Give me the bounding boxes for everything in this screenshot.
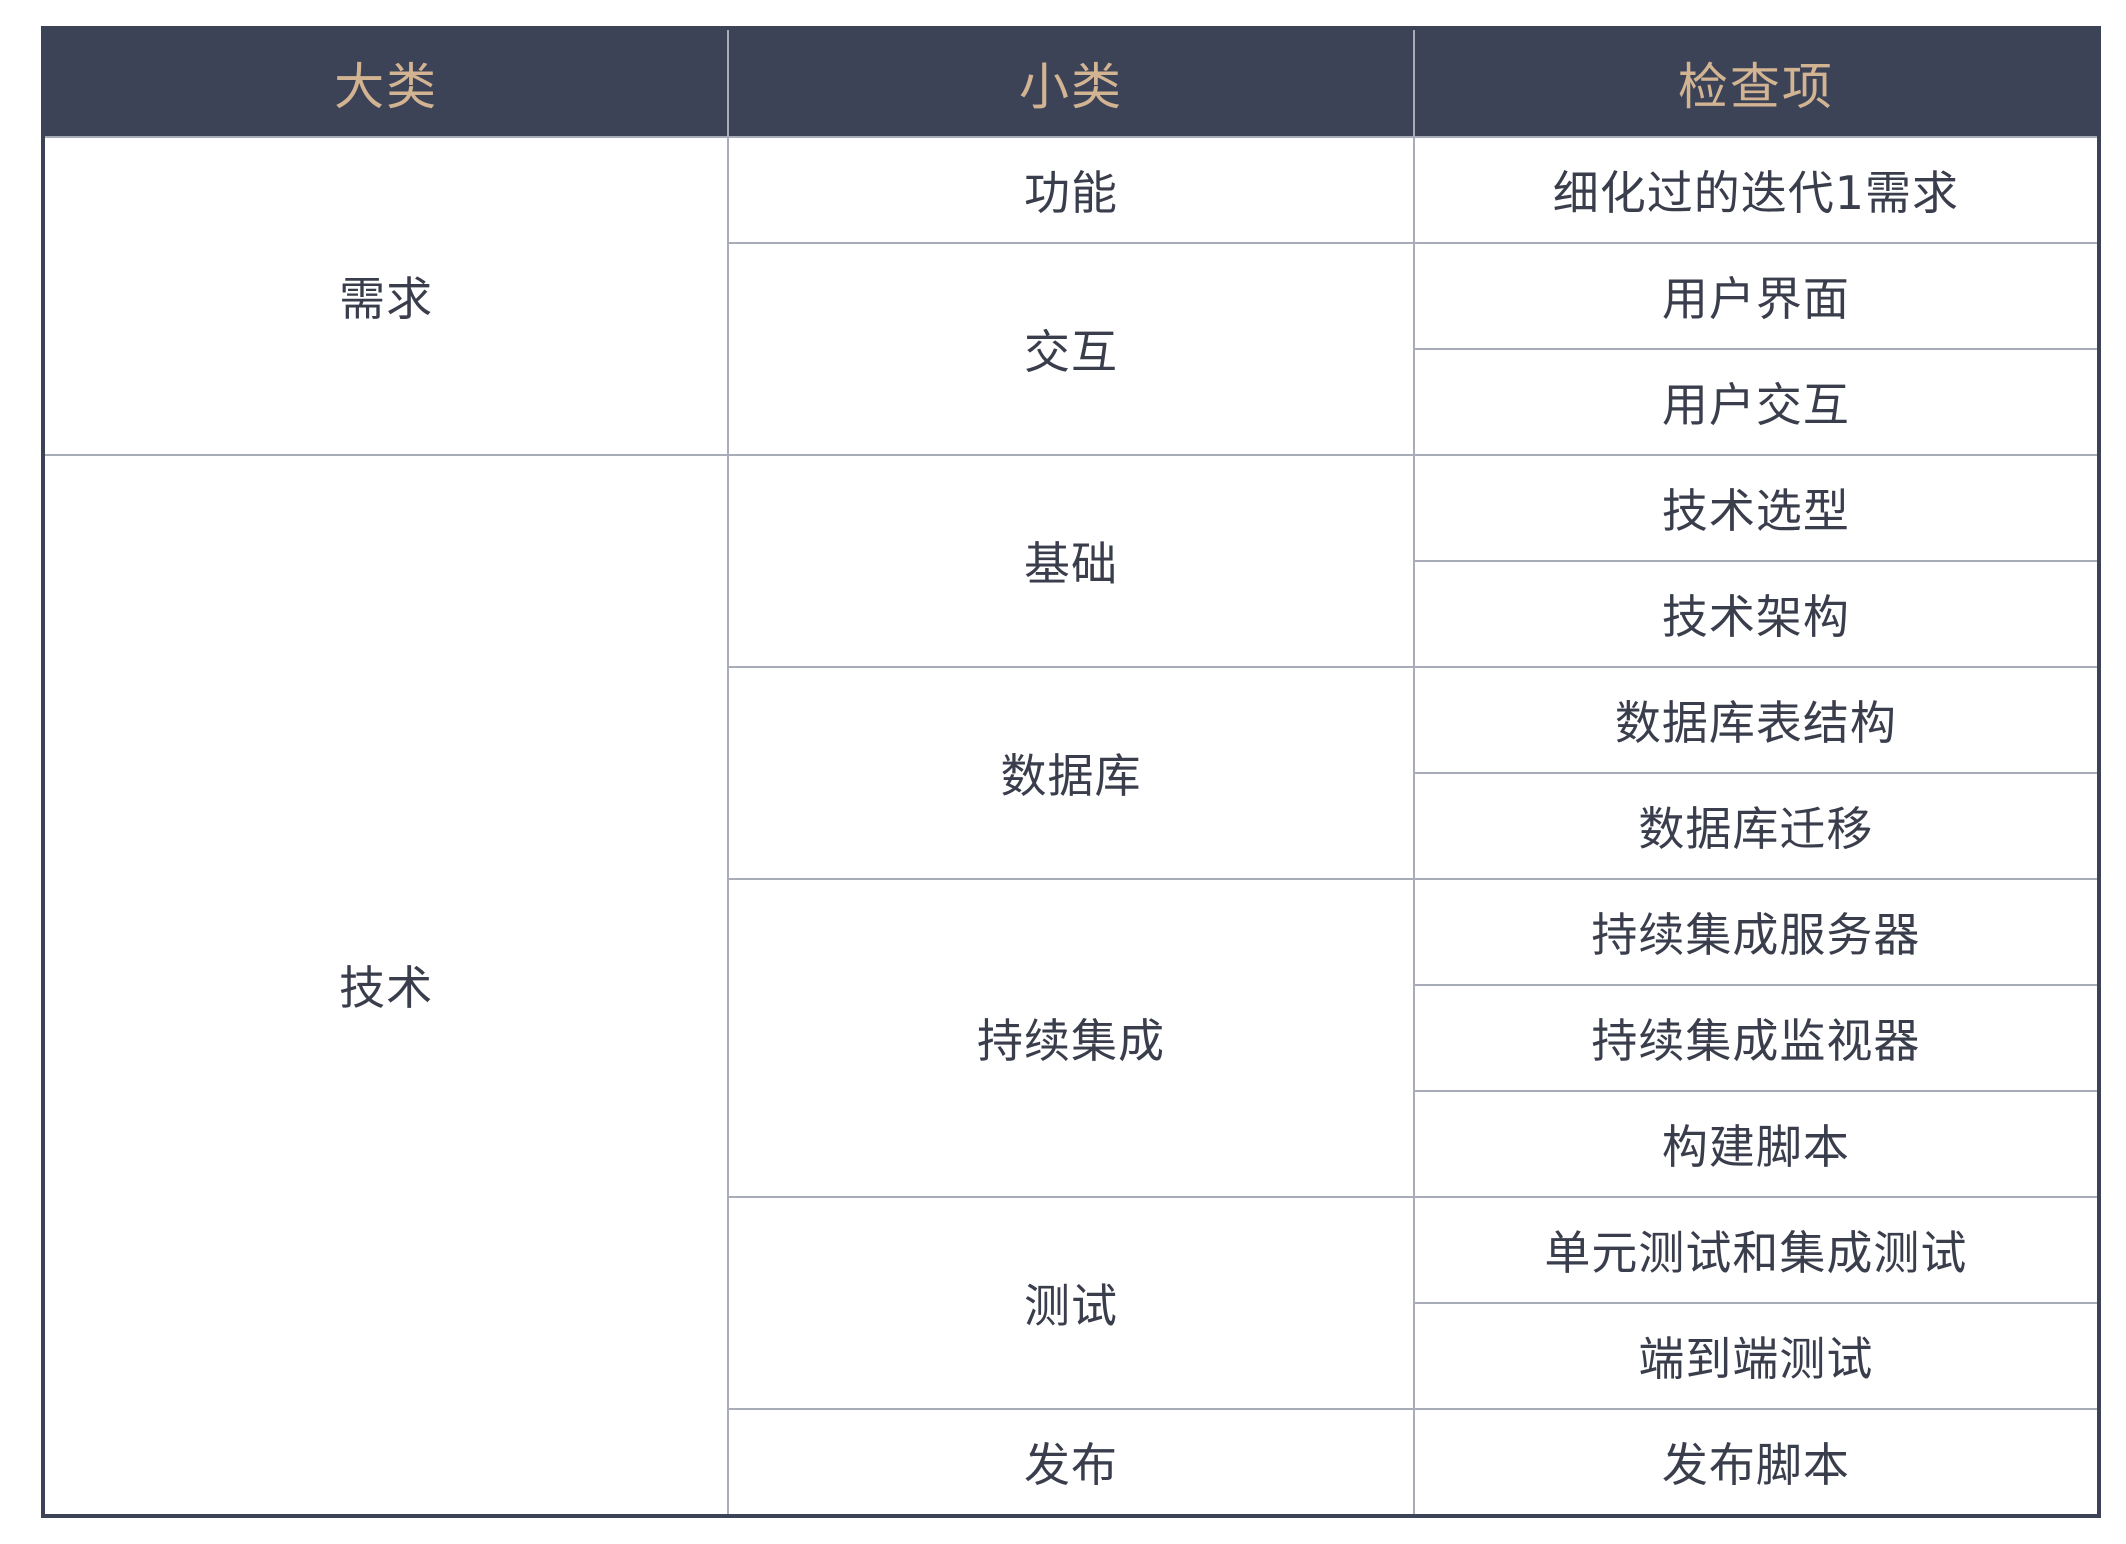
check-item-cell: 持续集成监视器 bbox=[1412, 984, 2101, 1092]
header-check-item: 检查项 bbox=[1412, 28, 2099, 137]
subcategory-cell: 测试 bbox=[727, 1196, 1415, 1410]
check-item-cell: 技术选型 bbox=[1412, 454, 2101, 562]
header-subcategory: 小类 bbox=[727, 28, 1415, 137]
check-item-cell: 细化过的迭代1需求 bbox=[1412, 136, 2101, 244]
check-item-cell: 构建脚本 bbox=[1412, 1090, 2101, 1198]
subcategory-cell: 功能 bbox=[727, 136, 1415, 244]
subcategory-cell: 发布 bbox=[727, 1408, 1415, 1517]
category-cell: 需求 bbox=[41, 136, 730, 456]
check-item-cell: 数据库迁移 bbox=[1412, 772, 2101, 880]
subcategory-cell: 数据库 bbox=[727, 666, 1415, 880]
table-body: 需求 功能 细化过的迭代1需求 交互 用户界面 用户交互 技术 基础 技术选型 … bbox=[41, 136, 2101, 1517]
check-item-cell: 用户交互 bbox=[1412, 348, 2101, 456]
subcategory-cell: 基础 bbox=[727, 454, 1415, 668]
table-row: 技术 基础 技术选型 bbox=[41, 454, 2101, 1517]
check-item-cell: 数据库表结构 bbox=[1412, 666, 2101, 774]
category-cell: 技术 bbox=[41, 454, 730, 1517]
check-item-cell: 单元测试和集成测试 bbox=[1412, 1196, 2101, 1304]
check-item-cell: 发布脚本 bbox=[1412, 1408, 2101, 1517]
table-header-row: 大类 小类 检查项 bbox=[43, 28, 2099, 137]
table-row: 需求 功能 细化过的迭代1需求 bbox=[41, 136, 2101, 456]
check-item-cell: 持续集成服务器 bbox=[1412, 878, 2101, 986]
checklist-table-container: 大类 小类 检查项 需求 功能 细化过的迭代1需求 交互 用户界面 用户交互 技… bbox=[41, 26, 2101, 1518]
checklist-table: 大类 小类 检查项 需求 功能 细化过的迭代1需求 交互 用户界面 用户交互 技… bbox=[41, 26, 2101, 1518]
header-category: 大类 bbox=[43, 28, 730, 137]
subcategory-cell: 交互 bbox=[727, 242, 1415, 456]
subcategory-cell: 持续集成 bbox=[727, 878, 1415, 1198]
check-item-cell: 端到端测试 bbox=[1412, 1302, 2101, 1410]
check-item-cell: 技术架构 bbox=[1412, 560, 2101, 668]
check-item-cell: 用户界面 bbox=[1412, 242, 2101, 350]
